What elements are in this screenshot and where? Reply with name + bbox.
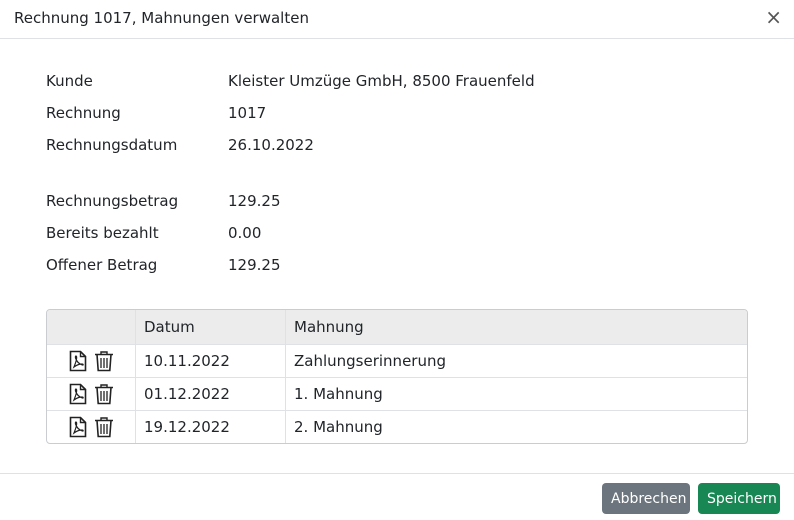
customer-value: Kleister Umzüge GmbH, 8500 Frauenfeld bbox=[228, 72, 535, 90]
table-row: 10.11.2022 Zahlungserinnerung bbox=[47, 344, 747, 378]
amount-label: Rechnungsbetrag bbox=[46, 192, 179, 210]
paid-value: 0.00 bbox=[228, 224, 262, 242]
row-reminder: 1. Mahnung bbox=[285, 377, 747, 411]
row-actions bbox=[47, 377, 136, 411]
paid-row: Bereits bezahlt 0.00 bbox=[46, 224, 261, 242]
amount-value: 129.25 bbox=[228, 192, 281, 210]
dialog-footer: Abbrechen Speichern bbox=[0, 473, 794, 520]
open-value: 129.25 bbox=[228, 256, 281, 274]
customer-label: Kunde bbox=[46, 72, 93, 90]
trash-icon[interactable] bbox=[94, 416, 114, 438]
open-label: Offener Betrag bbox=[46, 256, 158, 274]
row-actions bbox=[47, 344, 136, 378]
row-date: 01.12.2022 bbox=[135, 377, 286, 411]
table-header-row: Datum Mahnung bbox=[47, 310, 747, 345]
close-icon[interactable]: × bbox=[765, 6, 782, 28]
table-row: 01.12.2022 1. Mahnung bbox=[47, 377, 747, 411]
trash-icon[interactable] bbox=[94, 383, 114, 405]
invoice-date-value: 26.10.2022 bbox=[228, 136, 314, 154]
row-date: 10.11.2022 bbox=[135, 344, 286, 378]
pdf-icon[interactable] bbox=[69, 416, 87, 438]
amount-row: Rechnungsbetrag 129.25 bbox=[46, 192, 281, 210]
invoice-row: Rechnung 1017 bbox=[46, 104, 266, 122]
cancel-button[interactable]: Abbrechen bbox=[602, 483, 690, 514]
date-header: Datum bbox=[135, 310, 286, 345]
pdf-icon[interactable] bbox=[69, 383, 87, 405]
pdf-icon[interactable] bbox=[69, 350, 87, 372]
row-actions bbox=[47, 410, 136, 443]
row-reminder: 2. Mahnung bbox=[285, 410, 747, 443]
open-row: Offener Betrag 129.25 bbox=[46, 256, 281, 274]
invoice-date-label: Rechnungsdatum bbox=[46, 136, 178, 154]
customer-row: Kunde Kleister Umzüge GmbH, 8500 Frauenfe… bbox=[46, 72, 535, 90]
reminder-dialog: Rechnung 1017, Mahnungen verwalten × Kun… bbox=[0, 0, 794, 519]
save-button[interactable]: Speichern bbox=[698, 483, 780, 514]
trash-icon[interactable] bbox=[94, 350, 114, 372]
actions-header bbox=[47, 310, 136, 345]
paid-label: Bereits bezahlt bbox=[46, 224, 159, 242]
dialog-header: Rechnung 1017, Mahnungen verwalten × bbox=[0, 0, 794, 39]
row-date: 19.12.2022 bbox=[135, 410, 286, 443]
invoice-date-row: Rechnungsdatum 26.10.2022 bbox=[46, 136, 314, 154]
row-reminder: Zahlungserinnerung bbox=[285, 344, 747, 378]
invoice-label: Rechnung bbox=[46, 104, 121, 122]
table-row: 19.12.2022 2. Mahnung bbox=[47, 410, 747, 443]
dialog-title: Rechnung 1017, Mahnungen verwalten bbox=[14, 9, 309, 27]
reminder-header: Mahnung bbox=[294, 318, 364, 336]
reminders-table: Datum Mahnung 10.11.2022 Zahlungserinner… bbox=[46, 309, 748, 444]
invoice-value: 1017 bbox=[228, 104, 267, 122]
